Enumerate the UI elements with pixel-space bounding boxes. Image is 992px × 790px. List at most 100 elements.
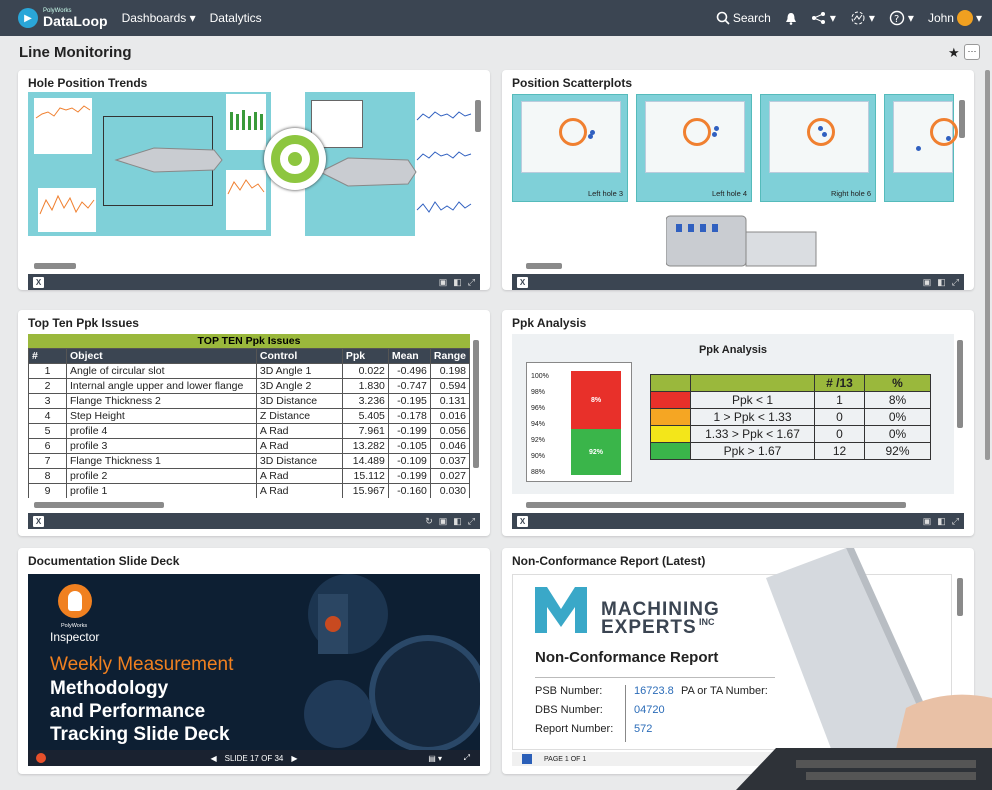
- excel-export-icon[interactable]: X: [33, 276, 44, 288]
- axis-tick-label: 88%: [531, 469, 546, 476]
- card-title: Hole Position Trends: [28, 76, 148, 90]
- vertical-scrollbar[interactable]: [473, 340, 479, 468]
- more-options-button[interactable]: ···: [964, 44, 980, 60]
- table-cell: 3D Distance: [255, 453, 343, 469]
- scatterplot-left-hole-4[interactable]: Left hole 4: [636, 94, 752, 202]
- table-row[interactable]: 7 Flange Thickness 1 3D Distance 14.489 -0.1…: [28, 453, 470, 469]
- page-scrollbar[interactable]: [985, 70, 990, 460]
- view-icon[interactable]: ◧: [937, 277, 946, 288]
- fullscreen-icon[interactable]: ⤢: [464, 753, 470, 763]
- table-row[interactable]: 5 profile 4A Rad 7.961 -0.199 0.056: [28, 423, 470, 439]
- table-header-row: # Object Control Ppk Mean Range: [28, 348, 470, 364]
- view-icon[interactable]: ◧: [453, 277, 462, 288]
- col-header: Range: [429, 348, 470, 364]
- col-header: Object: [65, 348, 257, 364]
- summary-header: [650, 374, 691, 392]
- axis-tick-label: 100%: [531, 373, 549, 380]
- next-slide-icon[interactable]: ▶: [291, 754, 297, 763]
- slide-menu-icon[interactable]: ▤ ▾: [428, 754, 442, 763]
- table-cell: A Rad: [255, 468, 343, 484]
- word-icon[interactable]: [522, 754, 532, 764]
- laptop-photo-overlay: [736, 548, 992, 790]
- view-icon[interactable]: ◧: [937, 516, 946, 527]
- summary-count: 1: [814, 391, 865, 409]
- vertical-scrollbar[interactable]: [959, 100, 965, 138]
- chart-title: Ppk Analysis: [698, 344, 768, 356]
- table-cell: Flange Thickness 2: [65, 393, 257, 409]
- excel-export-icon[interactable]: X: [517, 276, 528, 288]
- table-row[interactable]: 1 Angle of circular slot 3D Angle 1 0.022 -0…: [28, 363, 470, 379]
- page-indicator: PAGE 1 OF 1: [544, 755, 587, 763]
- slide-navigation-bar: ◀ SLIDE 17 OF 34 ▶ ▤ ▾ ⤢: [28, 750, 480, 766]
- slide-viewer[interactable]: PolyWorks Inspector Weekly Measurement M…: [28, 574, 480, 760]
- axis-tick-label: 98%: [531, 389, 546, 396]
- card-footer: X ▣ ◧ ⤢: [28, 274, 480, 290]
- view-icon[interactable]: ◧: [453, 516, 462, 527]
- summary-row: 1.33 > Ppk < 1.67 0 0%: [650, 425, 931, 443]
- nav-dashboards[interactable]: Dashboards ▾: [122, 11, 196, 25]
- nav-datalytics[interactable]: Datalytics: [210, 11, 262, 25]
- scatterplot-partial[interactable]: [884, 94, 958, 202]
- search-icon: [716, 11, 730, 25]
- table-row[interactable]: 3 Flange Thickness 2 3D Distance 3.236 -0.19…: [28, 393, 470, 409]
- table-cell: 0.594: [429, 378, 470, 394]
- horizontal-scrollbar[interactable]: [526, 502, 906, 508]
- favorite-star-icon[interactable]: ★: [948, 45, 960, 61]
- horizontal-scrollbar[interactable]: [34, 502, 164, 508]
- analytics-icon[interactable]: ▾: [850, 10, 875, 26]
- share-icon[interactable]: ▾: [811, 11, 836, 25]
- print-icon[interactable]: ▣: [439, 516, 448, 527]
- table-row[interactable]: 9 profile 1A Rad 15.967 -0.160 0.030: [28, 483, 470, 498]
- refresh-icon[interactable]: ↻: [425, 516, 433, 527]
- vertical-scrollbar[interactable]: [475, 100, 481, 132]
- excel-export-icon[interactable]: X: [33, 515, 44, 527]
- help-icon[interactable]: ? ▾: [889, 10, 914, 26]
- page-title: Line Monitoring: [19, 44, 132, 61]
- table-row[interactable]: 4 Step Height Z Distance 5.405 -0.178 0.016: [28, 408, 470, 424]
- table-cell: 3: [28, 393, 67, 409]
- top-navigation-bar: ▶ PolyWorks DataLoop Dashboards ▾ Dataly…: [0, 0, 992, 36]
- vertical-scrollbar[interactable]: [957, 340, 963, 428]
- card-title: Non-Conformance Report (Latest): [512, 554, 706, 568]
- report-title: Non-Conformance Report: [535, 649, 719, 666]
- table-cell: 4: [28, 408, 67, 424]
- summary-label: Ppk > 1.67: [690, 442, 815, 460]
- table-row[interactable]: 2 Internal angle upper and lower flange 3D…: [28, 378, 470, 394]
- table-cell: 0.056: [429, 423, 470, 439]
- summary-header: # /13: [814, 374, 865, 392]
- expand-icon[interactable]: ⤢: [952, 277, 959, 288]
- summary-row: Ppk > 1.67 12 92%: [650, 442, 931, 460]
- scatterplot-right-hole-6[interactable]: Right hole 6: [760, 94, 876, 202]
- horizontal-scrollbar[interactable]: [34, 263, 76, 269]
- table-row[interactable]: 8 profile 2A Rad 15.112 -0.199 0.027: [28, 468, 470, 484]
- excel-export-icon[interactable]: X: [517, 515, 528, 527]
- print-icon[interactable]: ▣: [923, 516, 932, 527]
- summary-label: Ppk < 1: [690, 391, 815, 409]
- dataloop-logo[interactable]: ▶ PolyWorks DataLoop: [18, 8, 108, 28]
- table-cell: -0.496: [387, 363, 431, 379]
- table-cell: Flange Thickness 1: [65, 453, 257, 469]
- expand-icon[interactable]: ⤢: [952, 516, 959, 527]
- expand-icon[interactable]: ⤢: [468, 277, 475, 288]
- previous-slide-icon[interactable]: ◀: [210, 754, 216, 763]
- svg-text:?: ?: [894, 14, 899, 25]
- slide-heading-line-3: Tracking Slide Deck: [50, 724, 230, 745]
- table-row[interactable]: 6 profile 3A Rad 13.282 -0.105 0.046: [28, 438, 470, 454]
- search-button[interactable]: Search: [716, 11, 771, 25]
- user-menu[interactable]: John ▾: [928, 10, 982, 26]
- machining-experts-logo-icon: [535, 587, 587, 633]
- office-icon[interactable]: [36, 753, 46, 763]
- table-cell: 0.022: [341, 363, 389, 379]
- bell-icon[interactable]: [785, 12, 797, 25]
- color-swatch: [650, 425, 691, 443]
- horizontal-scrollbar[interactable]: [526, 263, 562, 269]
- print-icon[interactable]: ▣: [923, 277, 932, 288]
- table-cell: 7: [28, 453, 67, 469]
- hole-trends-image: [28, 92, 473, 238]
- scatterplot-left-hole-3[interactable]: Left hole 3: [512, 94, 628, 202]
- scatterplots-card: Position Scatterplots Left hole 3 Left h…: [502, 70, 974, 290]
- expand-icon[interactable]: ⤢: [468, 516, 475, 527]
- table-cell: 0.131: [429, 393, 470, 409]
- print-icon[interactable]: ▣: [439, 277, 448, 288]
- card-footer: X ↻ ▣ ◧ ⤢: [28, 513, 480, 529]
